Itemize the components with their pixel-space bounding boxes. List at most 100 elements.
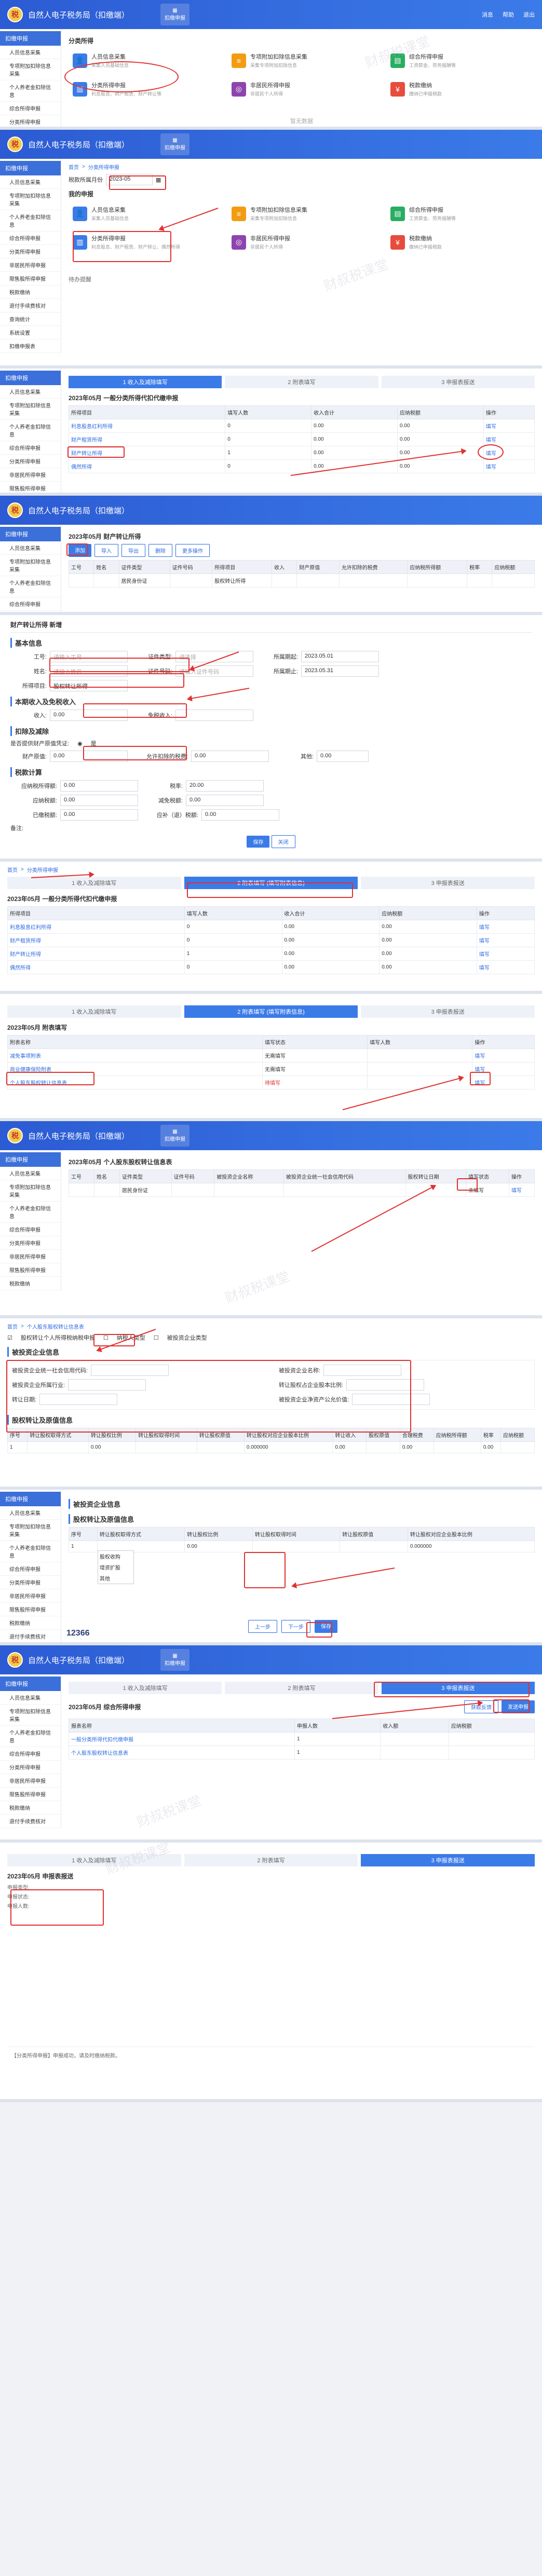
period-end-input[interactable]: 2023.05.31 <box>301 665 379 677</box>
crumb-home[interactable]: 首页 <box>69 163 79 171</box>
card-comprehensive[interactable]: ▤ 综合所得申报 工资薪金、劳务报酬等 <box>386 201 535 226</box>
crumb-home[interactable]: 首页 <box>7 1323 18 1330</box>
sidebar-item[interactable]: 非居民所得申报 <box>0 1250 61 1263</box>
id-number-input[interactable]: 请输入证件号码 <box>175 665 253 677</box>
sidebar-item[interactable]: 综合所得申报 <box>0 441 61 455</box>
tab-declaration[interactable]: ▦ 扣缴申报 <box>160 133 190 155</box>
cell[interactable]: 商业健康保险附表 <box>7 1062 263 1076</box>
save-button[interactable]: 保存 <box>315 1620 337 1633</box>
get-feedback-button[interactable]: 获取反馈 <box>464 1700 498 1713</box>
cell[interactable]: 0.000000 <box>407 1541 535 1552</box>
import-button[interactable]: 导入 <box>94 544 118 557</box>
sidebar-item[interactable]: 非居民所得申报 <box>0 1589 61 1603</box>
checkbox-icon[interactable]: ☑ <box>7 1334 12 1341</box>
sidebar-item[interactable]: 个人养老金扣除信息 <box>0 80 61 102</box>
cell[interactable] <box>196 1441 245 1453</box>
acquisition-select[interactable]: 股权收购 增资扩股 其他 <box>97 1541 185 1584</box>
close-button[interactable]: 关闭 <box>271 835 295 848</box>
sidebar-item[interactable]: 分类所得申报 <box>0 115 61 127</box>
fill-link[interactable]: 填写 <box>476 960 535 974</box>
credit-code-input[interactable] <box>91 1365 169 1376</box>
step-2[interactable]: 2 附表填写 (填写附表信息) <box>184 877 358 889</box>
radio-icon[interactable]: ◉ <box>77 740 83 747</box>
tax-relief-input[interactable]: 0.00 <box>186 795 264 806</box>
cell[interactable]: 利息股息红利所得 <box>68 419 226 433</box>
step-1[interactable]: 1 收入及减除填写 <box>69 376 222 388</box>
sidebar-item[interactable]: 综合所得申报 <box>0 1223 61 1236</box>
sidebar-item[interactable]: 人员信息采集 <box>0 46 61 59</box>
cell[interactable]: 0.00 <box>399 1441 434 1453</box>
card-classified[interactable]: ▥ 分类所得申报 利息股息、财产租赁、财产转让、偶然所得 <box>69 230 217 254</box>
sidebar-item[interactable]: 税款缴纳 <box>0 1277 61 1290</box>
sidebar-item[interactable]: 综合所得申报 <box>0 1562 61 1576</box>
sidebar-item[interactable]: 综合所得申报 <box>0 231 61 245</box>
tax-fee-input[interactable]: 0.00 <box>191 751 269 762</box>
cell[interactable]: 利息股息红利所得 <box>7 920 185 934</box>
card-nonresident[interactable]: ◎ 非居民所得申报 非居民个人所得 <box>227 77 376 101</box>
net-asset-input[interactable] <box>352 1394 430 1405</box>
fill-link[interactable]: 填写 <box>472 1048 535 1062</box>
step-2[interactable]: 2 附表填写 <box>225 1682 378 1694</box>
cell[interactable]: 财产租赁所得 <box>68 432 226 446</box>
tax-paid-input[interactable]: 0.00 <box>60 809 138 821</box>
step-2[interactable]: 2 附表填写 <box>184 1854 358 1866</box>
step-3[interactable]: 3 申报表报送 <box>361 877 535 889</box>
sidebar-item[interactable]: 查询统计 <box>0 312 61 326</box>
step-1[interactable]: 1 收入及减除填写 <box>7 1005 181 1018</box>
sidebar-item[interactable]: 分类所得申报 <box>0 1576 61 1589</box>
ratio-input[interactable] <box>346 1379 425 1391</box>
calendar-icon[interactable]: ▦ <box>156 176 161 183</box>
cell[interactable]: 0.00 <box>184 1541 253 1552</box>
income-input[interactable]: 0.00 <box>50 710 128 721</box>
cell[interactable]: 个人股东股权转让信息表 <box>69 1746 295 1760</box>
sidebar-item[interactable]: 人员信息采集 <box>0 175 61 189</box>
send-declaration-button[interactable]: 发送申报 <box>502 1700 535 1713</box>
fill-link[interactable]: 填写 <box>476 920 535 934</box>
checkbox-icon[interactable]: ☐ <box>154 1334 159 1341</box>
sidebar-item[interactable]: 人员信息采集 <box>0 1691 61 1705</box>
sidebar-item[interactable]: 分类所得申报 <box>0 245 61 258</box>
sidebar-item[interactable]: 综合所得申报 <box>0 102 61 115</box>
name-input[interactable]: 请输入姓名 <box>50 665 128 677</box>
card-special-deduction[interactable]: ≡ 专项附加扣除信息采集 采集专项附加扣除信息 <box>227 48 376 73</box>
logout-link[interactable]: 退出 <box>523 10 535 19</box>
menu-item[interactable]: 股权收购 <box>98 1551 133 1562</box>
sidebar-item[interactable]: 个人养老金扣除信息 <box>0 1202 61 1223</box>
sidebar-item[interactable]: 人员信息采集 <box>0 1167 61 1180</box>
income-item-select[interactable]: 股权转让所得 <box>50 680 128 691</box>
step-1[interactable]: 1 收入及减除填写 <box>7 877 181 889</box>
card-person-info[interactable]: 👤 人员信息采集 采集人员基础信息 <box>69 201 217 226</box>
card-nonresident[interactable]: ◎ 非居民所得申报 非居民个人所得 <box>227 230 376 254</box>
sidebar-item[interactable]: 限售股所得申报 <box>0 482 61 493</box>
cell[interactable] <box>500 1441 535 1453</box>
fill-link[interactable]: 填写 <box>472 1062 535 1076</box>
cell[interactable]: 偶然所得 <box>68 459 226 473</box>
message-link[interactable]: 消息 <box>482 10 493 19</box>
next-button[interactable]: 下一步 <box>281 1620 310 1633</box>
sidebar-item[interactable]: 个人养老金扣除信息 <box>0 1726 61 1747</box>
card-payment[interactable]: ¥ 税款缴纳 缴纳已申报税款 <box>386 77 535 101</box>
table-row[interactable]: 居民身份证 股权转让所得 <box>68 574 535 588</box>
cell[interactable]: 0.00 <box>88 1441 137 1453</box>
fill-link[interactable]: 填写 <box>483 459 535 473</box>
other-input[interactable]: 0.00 <box>317 751 369 762</box>
sidebar-item[interactable]: 专项附加扣除信息采集 <box>0 555 61 576</box>
step-3[interactable]: 3 申报表报送 <box>361 1005 535 1018</box>
sidebar-item[interactable]: 人员信息采集 <box>0 385 61 399</box>
sidebar-item[interactable]: 分类所得申报 <box>0 455 61 468</box>
tab-declaration[interactable]: ▦ 扣缴申报 <box>160 4 190 25</box>
sidebar-item[interactable]: 个人养老金扣除信息 <box>0 210 61 231</box>
sidebar-item[interactable]: 专项附加扣除信息采集 <box>0 189 61 210</box>
sidebar-item[interactable]: 综合所得申报 <box>0 1747 61 1761</box>
sidebar-item[interactable]: 限售股所得申报 <box>0 272 61 285</box>
sidebar-item[interactable]: 退付手续费核对 <box>0 1630 61 1642</box>
help-link[interactable]: 帮助 <box>503 10 514 19</box>
cell[interactable]: 减免事项附表 <box>7 1048 263 1062</box>
card-payment[interactable]: ¥ 税款缴纳 缴纳已申报税款 <box>386 230 535 254</box>
step-3[interactable]: 3 申报表报送 <box>381 1682 535 1694</box>
cell[interactable]: 0.00 <box>480 1441 502 1453</box>
original-value-input[interactable]: 0.00 <box>50 751 128 762</box>
sidebar-item[interactable]: 人员信息采集 <box>0 541 61 555</box>
sidebar-item[interactable]: 专项附加扣除信息采集 <box>0 59 61 80</box>
menu-item[interactable]: 其他 <box>98 1573 133 1584</box>
